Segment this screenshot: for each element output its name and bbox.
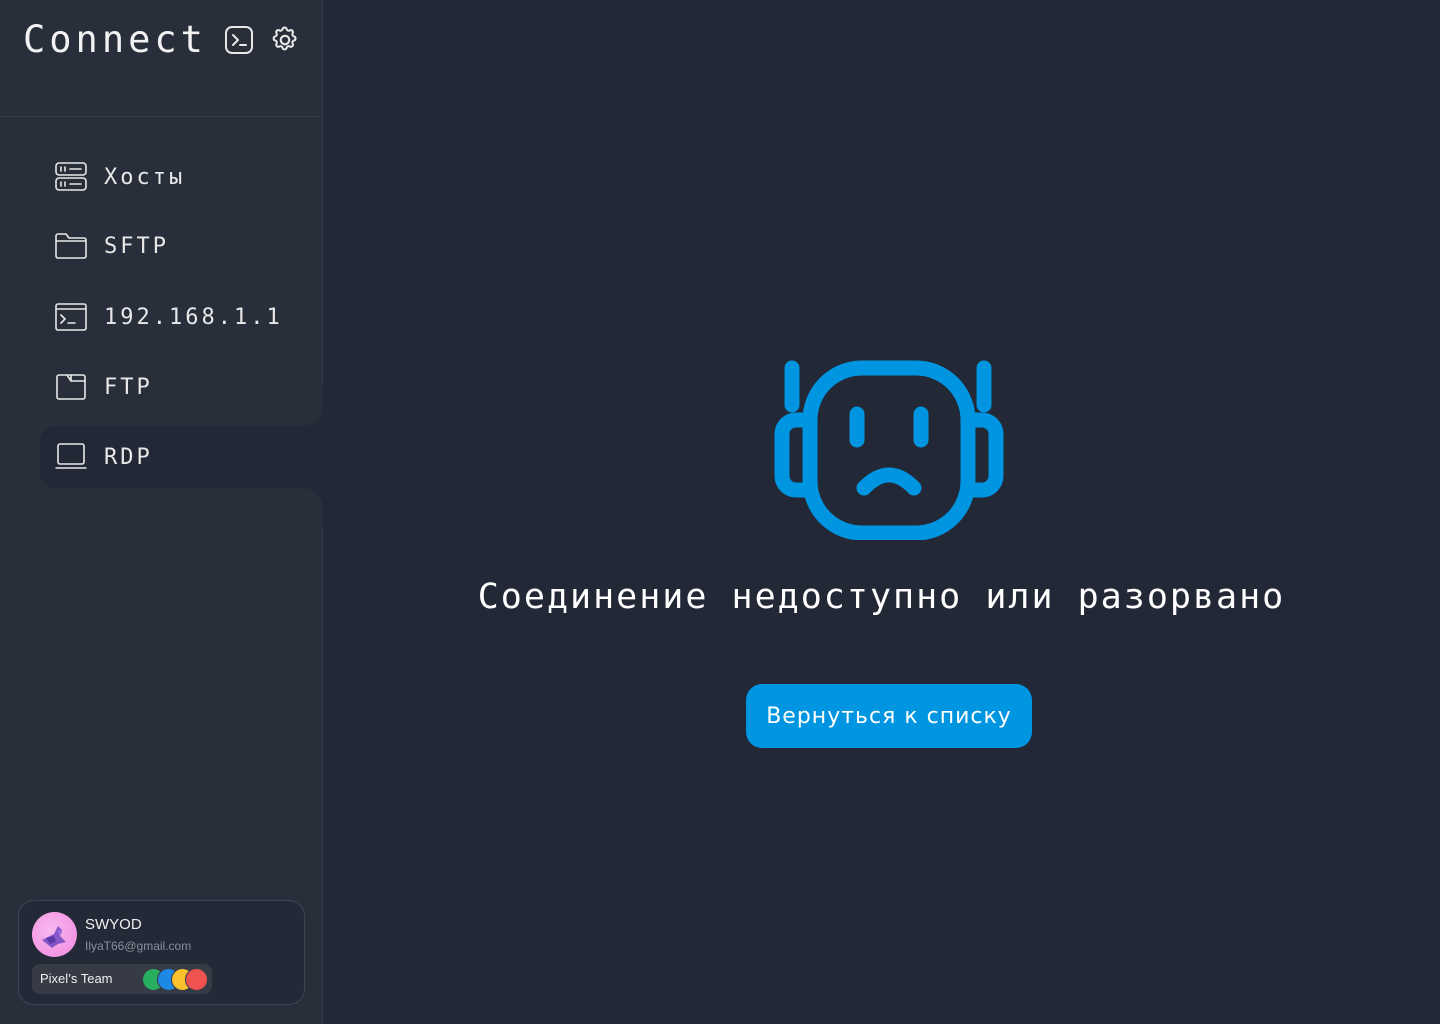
terminal-icon[interactable] — [222, 23, 256, 57]
nav-item-rdp[interactable]: RDP — [40, 426, 323, 488]
active-tab-corner-bottom — [283, 488, 323, 528]
avatar — [32, 912, 77, 957]
nav-item-hosts[interactable]: Хосты — [40, 146, 323, 208]
folder-tab-icon — [55, 371, 87, 403]
nav-item-ftp[interactable]: FTP — [40, 356, 323, 418]
nav-item-label: Хосты — [104, 164, 186, 190]
folder-icon — [55, 230, 87, 262]
back-to-list-button[interactable]: Вернуться к списку — [746, 684, 1032, 748]
profile-card[interactable]: SWYOD IlyaT66@gmail.com Pixel’s Team — [18, 900, 305, 1005]
server-icon — [55, 161, 87, 193]
nav-item-label: SFTP — [104, 233, 169, 259]
terminal-window-icon — [55, 301, 87, 333]
error-message: Соединение недоступно или разорвано — [477, 577, 1286, 617]
nav-item-label: RDP — [104, 444, 153, 470]
nav-item-sftp[interactable]: SFTP — [40, 215, 323, 277]
gear-icon[interactable] — [268, 23, 302, 57]
user-name: SWYOD — [85, 916, 142, 933]
sidebar-header: Connect — [0, 0, 322, 117]
laptop-icon — [55, 441, 87, 473]
nav-item-host-192-168-1-1[interactable]: 192.168.1.1 — [40, 286, 323, 348]
app-title: Connect — [23, 18, 207, 61]
team-selector[interactable]: Pixel’s Team — [32, 964, 212, 994]
sidebar: Connect Хосты SFTP 192.168.1.1 FTP RDP S… — [0, 0, 323, 1024]
nav-item-label: FTP — [104, 374, 153, 400]
team-member-avatar — [185, 968, 208, 991]
sad-robot-icon — [772, 360, 1006, 541]
nav-item-label: 192.168.1.1 — [104, 304, 283, 330]
user-email: IlyaT66@gmail.com — [85, 939, 192, 953]
team-name: Pixel’s Team — [40, 971, 113, 986]
